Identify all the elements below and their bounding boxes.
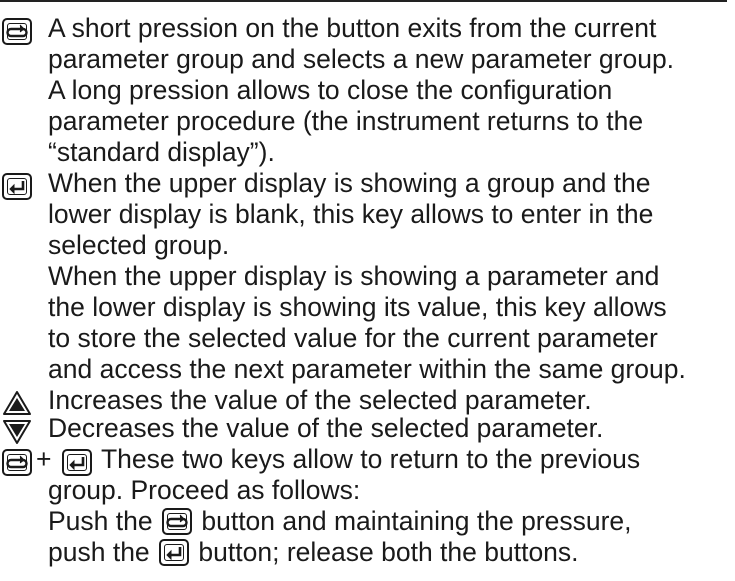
- up-arrow-key-icon: [2, 386, 32, 417]
- down-key-desc: Decreases the value of the selected para…: [48, 413, 604, 443]
- enter-key-icon: [2, 169, 32, 200]
- function-key-icon: [2, 445, 32, 476]
- function-key-icon: [161, 507, 192, 535]
- function-key-desc-line-3: A long pression allows to close the conf…: [48, 75, 613, 105]
- function-key-desc-line-5: “standard display”).: [48, 137, 275, 167]
- push-line-2-end: button; release both the buttons.: [198, 537, 579, 567]
- combo-push-line-1: Push the button and maintaining the pres…: [48, 506, 632, 537]
- enter-key-desc-line-1: When the upper display is showing a grou…: [48, 168, 651, 198]
- enter-key-icon: [159, 538, 190, 566]
- enter-key-icon: [62, 445, 92, 476]
- top-rule: [0, 0, 727, 2]
- enter-key-desc-line-7: and access the next parameter within the…: [48, 354, 686, 384]
- enter-key-desc-line-5: the lower display is showing its value, …: [48, 292, 667, 322]
- function-key-desc-line-4: parameter procedure (the instrument retu…: [48, 106, 644, 136]
- combo-push-line-2: push the button; release both the button…: [48, 537, 579, 568]
- function-key-desc-line-1: A short pression on the button exits fro…: [48, 13, 657, 43]
- down-arrow-key-icon: [2, 414, 32, 445]
- function-key-desc-line-2: parameter group and selects a new parame…: [48, 44, 675, 74]
- function-key-icon: [2, 14, 32, 45]
- push-line-2-start: push the: [48, 537, 150, 567]
- up-key-desc: Increases the value of the selected para…: [48, 385, 592, 415]
- push-line-1-start: Push the: [48, 506, 153, 536]
- combo-desc-line-1: These two keys allow to return to the pr…: [101, 444, 641, 474]
- enter-key-desc-line-4: When the upper display is showing a para…: [48, 261, 660, 291]
- combo-desc-line-2: group. Proceed as follows:: [48, 475, 361, 505]
- enter-key-desc-line-6: to store the selected value for the curr…: [48, 323, 658, 353]
- plus-sign: +: [36, 444, 52, 474]
- enter-key-desc-line-3: selected group.: [48, 230, 230, 260]
- enter-key-desc-line-2: lower display is blank, this key allows …: [48, 199, 654, 229]
- push-line-1-end: button and maintaining the pressure,: [201, 506, 632, 536]
- instruction-page: A short pression on the button exits fro…: [0, 0, 735, 581]
